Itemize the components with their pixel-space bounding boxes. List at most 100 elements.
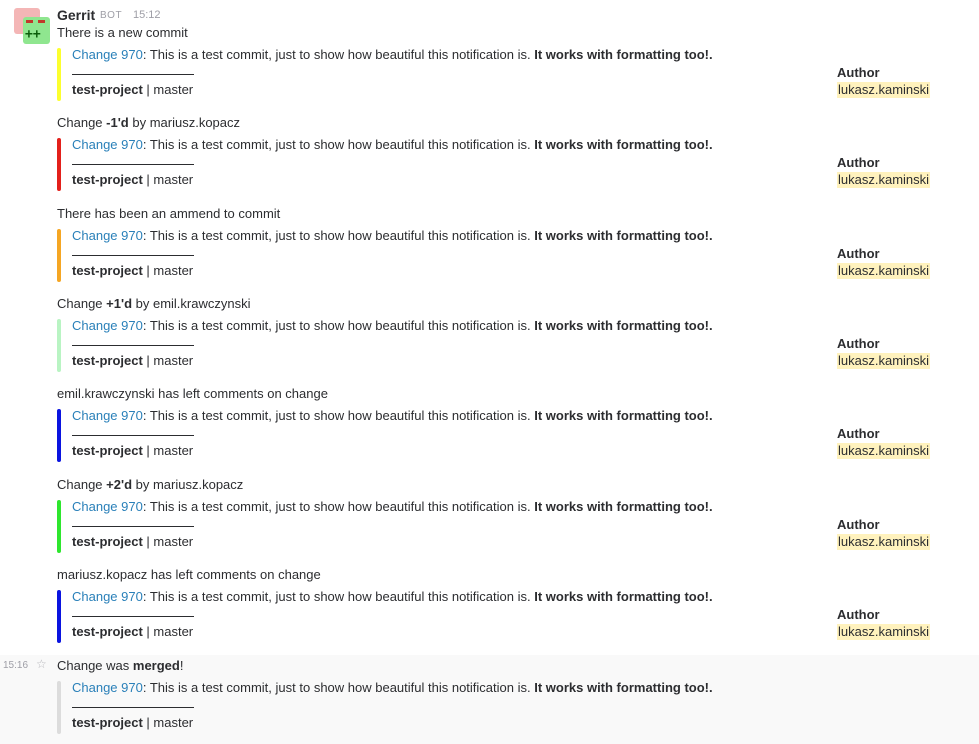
message-timestamp[interactable]: 15:12 <box>133 9 161 21</box>
change-link[interactable]: Change 970 <box>72 680 143 695</box>
branch-separator: | <box>142 82 154 97</box>
change-link[interactable]: Change 970 <box>72 228 143 243</box>
project-name: test-project <box>72 534 143 549</box>
commit-summary: Change 970: This is a test commit, just … <box>72 318 713 334</box>
merged-timestamp[interactable]: 15:16 <box>3 660 28 671</box>
separator-rule <box>72 255 194 256</box>
author-label: Author <box>837 607 880 622</box>
branch-separator: | <box>142 263 154 278</box>
branch-separator: | <box>142 443 154 458</box>
commit-message-bold: It works with formatting too!. <box>534 137 713 152</box>
commit-message-bold: It works with formatting too!. <box>534 408 713 423</box>
commit-message: : This is a test commit, just to show ho… <box>142 47 535 62</box>
attachment-color-bar <box>57 590 61 643</box>
author-label: Author <box>837 155 880 170</box>
branch-separator: | <box>142 534 154 549</box>
commit-summary: Change 970: This is a test commit, just … <box>72 47 713 63</box>
branch-name: master <box>153 82 194 97</box>
intro-text: Change <box>57 115 107 130</box>
author-label: Author <box>837 246 880 261</box>
author-value[interactable]: lukasz.kaminski <box>837 172 931 188</box>
author-value[interactable]: lukasz.kaminski <box>837 82 931 98</box>
separator-rule <box>72 526 194 527</box>
project-name: test-project <box>72 443 143 458</box>
commit-message-bold: It works with formatting too!. <box>534 318 713 333</box>
author-value[interactable]: lukasz.kaminski <box>837 263 931 279</box>
intro-text: by mariusz.kopacz <box>128 115 241 130</box>
intro-text: ! <box>179 658 184 673</box>
project-branch: test-project | master <box>72 443 193 459</box>
author-label: Author <box>837 65 880 80</box>
branch-name: master <box>153 715 194 730</box>
commit-summary: Change 970: This is a test commit, just … <box>72 137 713 153</box>
attachment-color-bar <box>57 48 61 101</box>
notification-intro: There is a new commit <box>57 25 188 41</box>
author-value[interactable]: lukasz.kaminski <box>837 534 931 550</box>
intro-text: Change was <box>57 658 133 673</box>
project-branch: test-project | master <box>72 353 193 369</box>
branch-name: master <box>153 534 194 549</box>
branch-separator: | <box>142 624 154 639</box>
project-branch: test-project | master <box>72 263 193 279</box>
commit-summary: Change 970: This is a test commit, just … <box>72 589 713 605</box>
attachment-color-bar <box>57 229 61 282</box>
commit-message: : This is a test commit, just to show ho… <box>142 137 535 152</box>
commit-message-bold: It works with formatting too!. <box>534 228 713 243</box>
project-name: test-project <box>72 715 143 730</box>
intro-text: There has been an ammend to commit <box>57 206 281 221</box>
separator-rule <box>72 345 194 346</box>
notification-intro: mariusz.kopacz has left comments on chan… <box>57 567 321 583</box>
bot-avatar[interactable]: ++ <box>14 8 50 44</box>
attachment-color-bar <box>57 681 61 734</box>
intro-bold: -1'd <box>106 115 129 130</box>
star-icon[interactable]: ☆ <box>36 657 47 671</box>
sender-name[interactable]: Gerrit <box>57 7 95 23</box>
attachment-color-bar <box>57 500 61 553</box>
separator-rule <box>72 616 194 617</box>
author-value[interactable]: lukasz.kaminski <box>837 353 931 369</box>
intro-text: by emil.krawczynski <box>132 296 251 311</box>
intro-bold: merged <box>132 658 180 673</box>
author-label: Author <box>837 517 880 532</box>
intro-text: Change <box>57 477 107 492</box>
commit-message-bold: It works with formatting too!. <box>534 499 713 514</box>
separator-rule <box>72 707 194 708</box>
commit-summary: Change 970: This is a test commit, just … <box>72 408 713 424</box>
branch-name: master <box>153 443 194 458</box>
change-link[interactable]: Change 970 <box>72 499 143 514</box>
notification-intro: Change +1'd by emil.krawczynski <box>57 296 250 312</box>
notification-intro: There has been an ammend to commit <box>57 206 280 222</box>
change-link[interactable]: Change 970 <box>72 318 143 333</box>
project-name: test-project <box>72 624 143 639</box>
commit-message-bold: It works with formatting too!. <box>534 680 713 695</box>
branch-name: master <box>153 624 194 639</box>
change-link[interactable]: Change 970 <box>72 408 143 423</box>
intro-text: There is a new commit <box>57 25 188 40</box>
intro-bold: +2'd <box>106 477 133 492</box>
project-name: test-project <box>72 82 143 97</box>
commit-message: : This is a test commit, just to show ho… <box>142 408 535 423</box>
commit-message: : This is a test commit, just to show ho… <box>142 499 535 514</box>
change-link[interactable]: Change 970 <box>72 589 143 604</box>
attachment-color-bar <box>57 319 61 372</box>
notification-intro: emil.krawczynski has left comments on ch… <box>57 386 328 402</box>
branch-name: master <box>153 172 194 187</box>
author-label: Author <box>837 426 880 441</box>
commit-message-bold: It works with formatting too!. <box>534 589 713 604</box>
author-value[interactable]: lukasz.kaminski <box>837 443 931 459</box>
commit-summary: Change 970: This is a test commit, just … <box>72 680 713 696</box>
separator-rule <box>72 164 194 165</box>
author-value[interactable]: lukasz.kaminski <box>837 624 931 640</box>
branch-separator: | <box>142 172 154 187</box>
change-link[interactable]: Change 970 <box>72 137 143 152</box>
branch-separator: | <box>142 715 154 730</box>
change-link[interactable]: Change 970 <box>72 47 143 62</box>
intro-text: emil.krawczynski has left comments on ch… <box>57 386 328 401</box>
separator-rule <box>72 74 194 75</box>
commit-message: : This is a test commit, just to show ho… <box>142 228 535 243</box>
notification-intro: Change -1'd by mariusz.kopacz <box>57 115 240 131</box>
project-name: test-project <box>72 263 143 278</box>
separator-rule <box>72 435 194 436</box>
commit-message: : This is a test commit, just to show ho… <box>142 589 535 604</box>
attachment-color-bar <box>57 409 61 462</box>
